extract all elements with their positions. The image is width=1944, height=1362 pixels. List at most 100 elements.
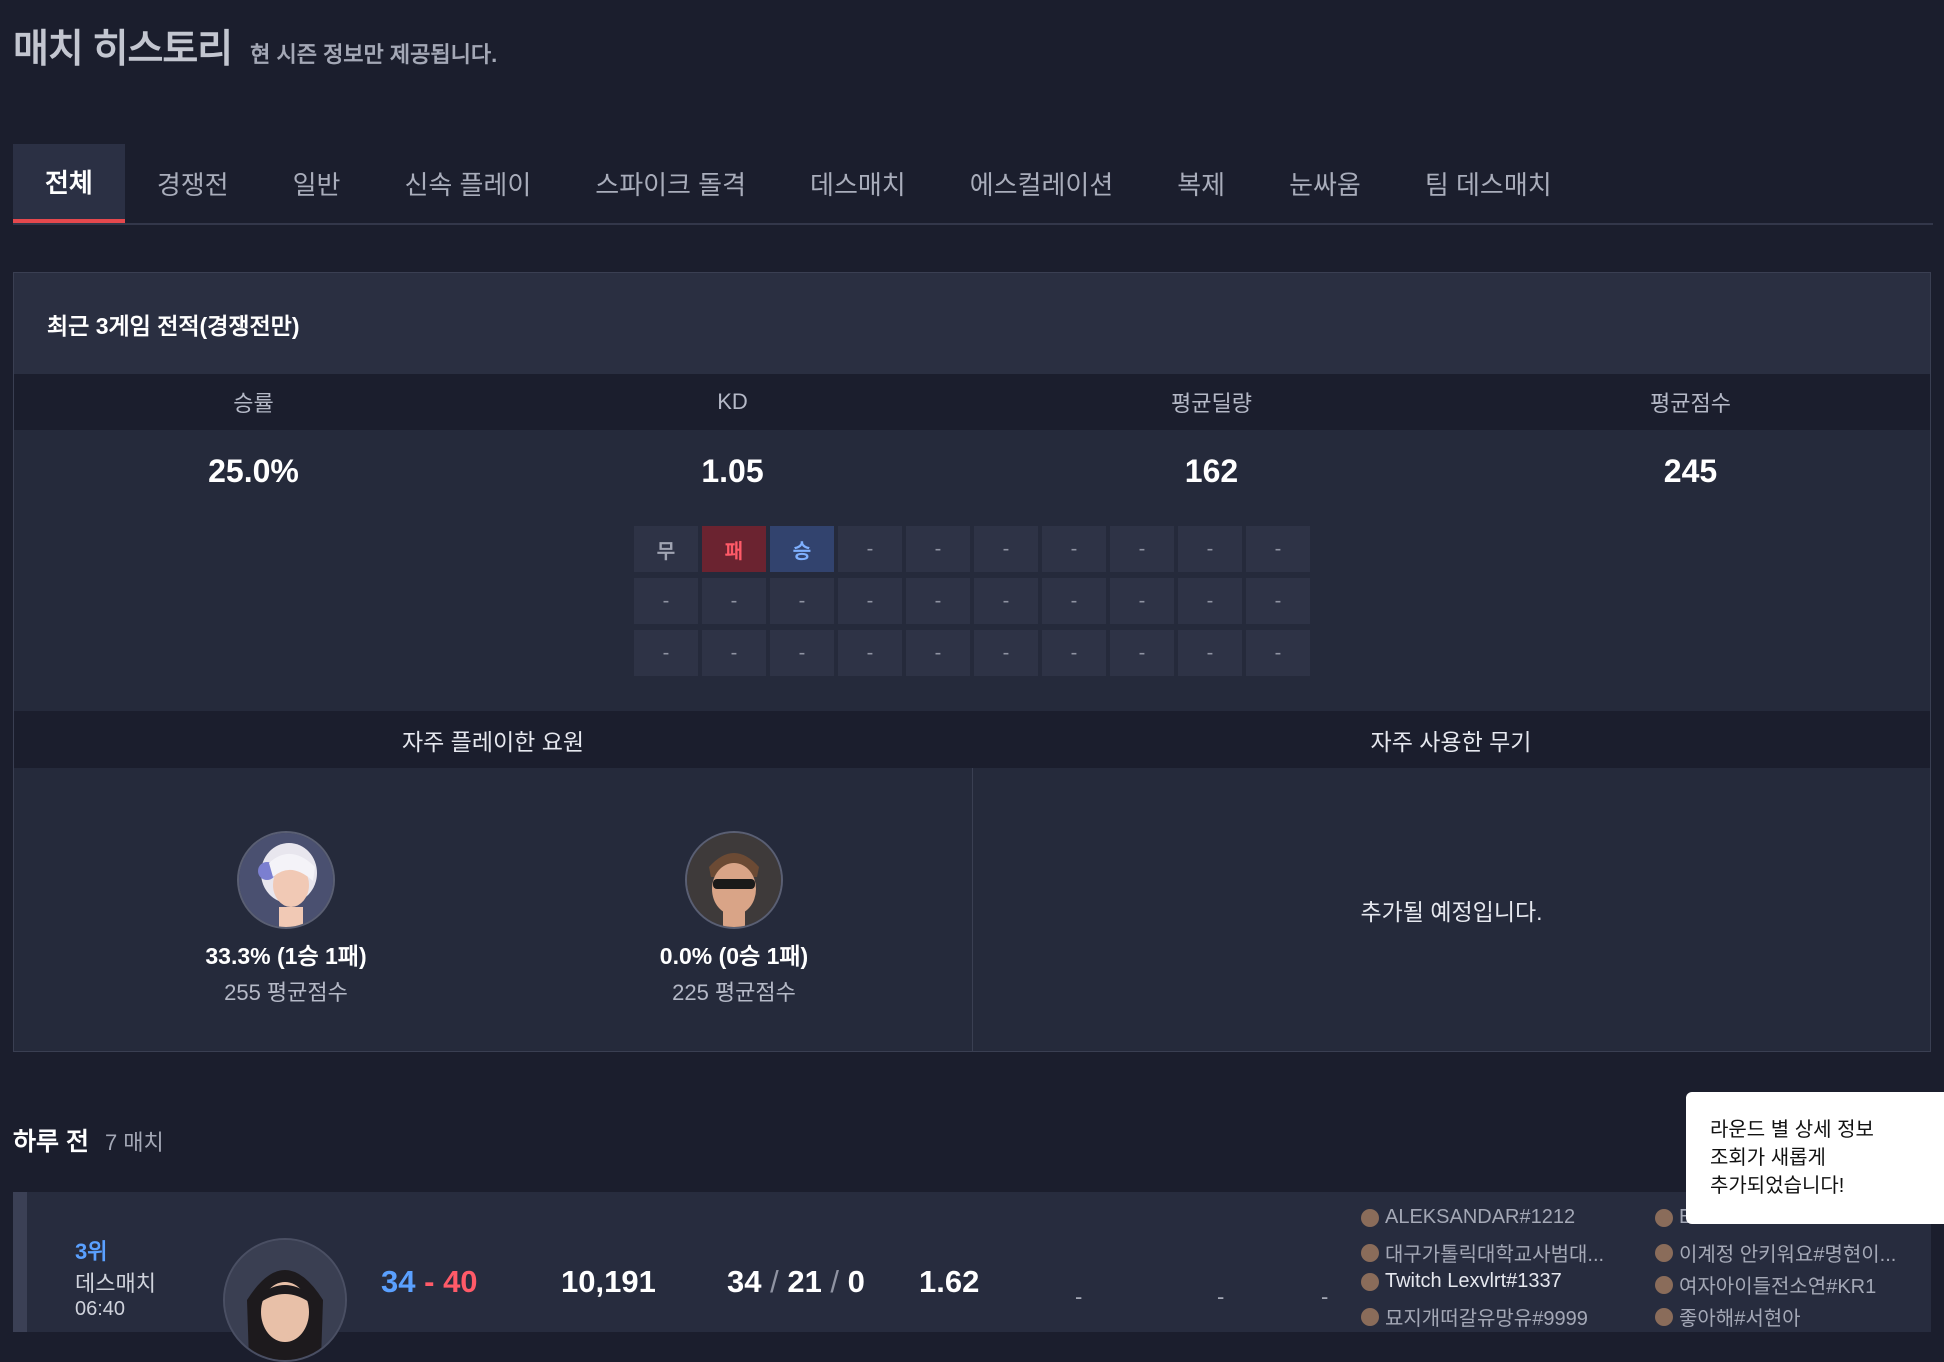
tab-spike-rush[interactable]: 스파이크 돌격 (563, 144, 778, 223)
result-cell: - (1246, 526, 1310, 572)
result-cell: - (838, 630, 902, 676)
day-label: 하루 전 (13, 1128, 89, 1156)
player-label: Twitch Lexvlrt#1337 (1385, 1270, 1562, 1292)
frequent-agents-panel: 33.3% (1승 1패) 255 평균점수 0.0% (0승 1패) 225 … (14, 768, 973, 1051)
result-cell: - (1042, 578, 1106, 624)
kd-ratio: 1.62 (919, 1264, 980, 1299)
agent-avg-score: 255 평균점수 (224, 980, 348, 1005)
tab-replication[interactable]: 복제 (1145, 144, 1257, 223)
notice-toast[interactable]: 라운드 별 상세 정보 조회가 새롭게 추가되었습니다! (1686, 1092, 1944, 1224)
combat-score: 10,191 (561, 1264, 656, 1299)
stat-label-avg-score: 평균점수 (1650, 391, 1731, 416)
tab-swiftplay[interactable]: 신속 플레이 (372, 144, 563, 223)
toast-line: 조회가 새롭게 (1710, 1147, 1826, 1169)
tab-deathmatch[interactable]: 데스매치 (778, 144, 938, 223)
stat-label-winrate: 승률 (233, 391, 274, 416)
agent-mini-icon (1655, 1208, 1673, 1227)
result-cell: - (1110, 578, 1174, 624)
kda-kills: 34 (727, 1264, 762, 1299)
agent-avg-score: 225 평균점수 (672, 980, 796, 1005)
results-grid: 무패승--------------------------- (634, 526, 1310, 676)
result-cell: - (906, 630, 970, 676)
player-name[interactable]: ALEKSANDAR#1212 (1361, 1206, 1575, 1229)
player-label: 여자아이들전소연#KR1 (1679, 1276, 1877, 1298)
result-cell: - (634, 578, 698, 624)
player-name[interactable]: Twitch Lexvlrt#1337 (1361, 1270, 1562, 1293)
match-count: 7 매치 (104, 1130, 164, 1155)
agent-portrait (685, 831, 783, 929)
result-cell: - (906, 578, 970, 624)
frequent-agents-title: 자주 플레이한 요원 (401, 728, 585, 755)
agent-mini-icon (1655, 1243, 1673, 1262)
player-label: 좋아해#서현아 (1679, 1308, 1801, 1330)
frequent-weapons-title: 자주 사용한 무기 (1370, 728, 1532, 755)
result-cell: - (1042, 526, 1106, 572)
stat-value-avg-score: 245 (1663, 452, 1718, 489)
recent-games-panel: 최근 3게임 전적(경쟁전만) 승률 KD 평균딜량 평균점수 25.0% 1.… (13, 272, 1931, 1052)
result-cell: 무 (634, 526, 698, 572)
match-row[interactable]: 3위 데스매치 06:40 34 - 40 10,191 34 / 21 / 0… (13, 1192, 1931, 1362)
result-cell: - (906, 526, 970, 572)
result-cell: - (770, 578, 834, 624)
result-cell: - (770, 630, 834, 676)
match-score: 34 - 40 (381, 1264, 478, 1300)
day-group-header: 하루 전 7 매치 (13, 1122, 164, 1158)
frequent-weapons-panel: 추가될 예정입니다. (973, 768, 1930, 1051)
kda-assists: 0 (847, 1264, 865, 1299)
result-cell: - (974, 526, 1038, 572)
player-name[interactable]: 좋아해#서현아 (1655, 1302, 1801, 1331)
tab-all[interactable]: 전체 (13, 144, 125, 223)
frequent-header-row: 자주 플레이한 요원 자주 사용한 무기 (14, 711, 1930, 768)
stat-label-avg-damage: 평균딜량 (1171, 391, 1252, 416)
agent-card[interactable]: 33.3% (1승 1패) 255 평균점수 (166, 831, 406, 1007)
tab-snowball[interactable]: 눈싸움 (1257, 144, 1393, 223)
weapons-placeholder: 추가될 예정입니다. (1360, 898, 1543, 925)
result-cell: - (1110, 526, 1174, 572)
result-cell: - (1178, 630, 1242, 676)
agent-mini-icon (1361, 1272, 1379, 1291)
agent-winrate: 33.3% (1승 1패) (205, 943, 367, 969)
agent-mini-icon (1655, 1307, 1673, 1326)
tab-team-deathmatch[interactable]: 팀 데스매치 (1393, 144, 1584, 223)
toast-line: 라운드 별 상세 정보 (1710, 1119, 1874, 1141)
tab-competitive[interactable]: 경쟁전 (125, 144, 261, 223)
agent-mini-icon (1655, 1275, 1673, 1294)
result-cell: - (1178, 526, 1242, 572)
score-team: 34 (381, 1264, 416, 1299)
player-name[interactable]: 대구가톨릭대학교사범대... (1361, 1238, 1604, 1267)
player-label: 대구가톨릭대학교사범대... (1385, 1244, 1605, 1266)
result-cell: - (838, 526, 902, 572)
player-name[interactable]: 묘지개떠갈유망유#9999 (1361, 1302, 1588, 1331)
empty-stat: - (1075, 1284, 1083, 1309)
empty-stat: - (1321, 1284, 1329, 1309)
kda: 34 / 21 / 0 (727, 1264, 865, 1299)
match-mode: 데스매치 (75, 1271, 156, 1296)
agent-winrate: 0.0% (0승 1패) (659, 943, 809, 969)
score-separator: - (424, 1264, 435, 1299)
result-cell: 승 (770, 526, 834, 572)
agent-mini-icon (1361, 1243, 1379, 1262)
mode-tabs: 전체 경쟁전 일반 신속 플레이 스파이크 돌격 데스매치 에스컬레이션 복제 … (13, 144, 1933, 225)
empty-stat: - (1217, 1284, 1225, 1309)
player-name[interactable]: 여자아이들전소연#KR1 (1655, 1270, 1876, 1299)
page-title: 매치 히스토리 (13, 28, 233, 71)
stat-value-kd: 1.05 (701, 452, 764, 489)
match-rank: 3위 (75, 1239, 108, 1264)
tab-unrated[interactable]: 일반 (261, 144, 373, 223)
score-enemy: 40 (443, 1264, 478, 1299)
tab-escalation[interactable]: 에스컬레이션 (938, 144, 1146, 223)
recent-games-title: 최근 3게임 전적(경쟁전만) (14, 273, 1930, 374)
page-header: 매치 히스토리 현 시즌 정보만 제공됩니다. (13, 18, 497, 74)
stat-label-kd: KD (717, 389, 748, 414)
player-label: ALEKSANDAR#1212 (1385, 1206, 1576, 1228)
player-label: 이계정 안키워요#명현이... (1679, 1244, 1897, 1266)
agent-mini-icon (1361, 1307, 1379, 1326)
agent-portrait (237, 831, 335, 929)
agent-card[interactable]: 0.0% (0승 1패) 225 평균점수 (614, 831, 854, 1007)
result-cell: - (1246, 578, 1310, 624)
stat-value-winrate: 25.0% (208, 452, 299, 489)
agent-mini-icon (1361, 1208, 1379, 1227)
player-label: 묘지개떠갈유망유#9999 (1385, 1308, 1588, 1330)
player-name[interactable]: 이계정 안키워요#명현이... (1655, 1238, 1896, 1267)
result-cell: - (634, 630, 698, 676)
